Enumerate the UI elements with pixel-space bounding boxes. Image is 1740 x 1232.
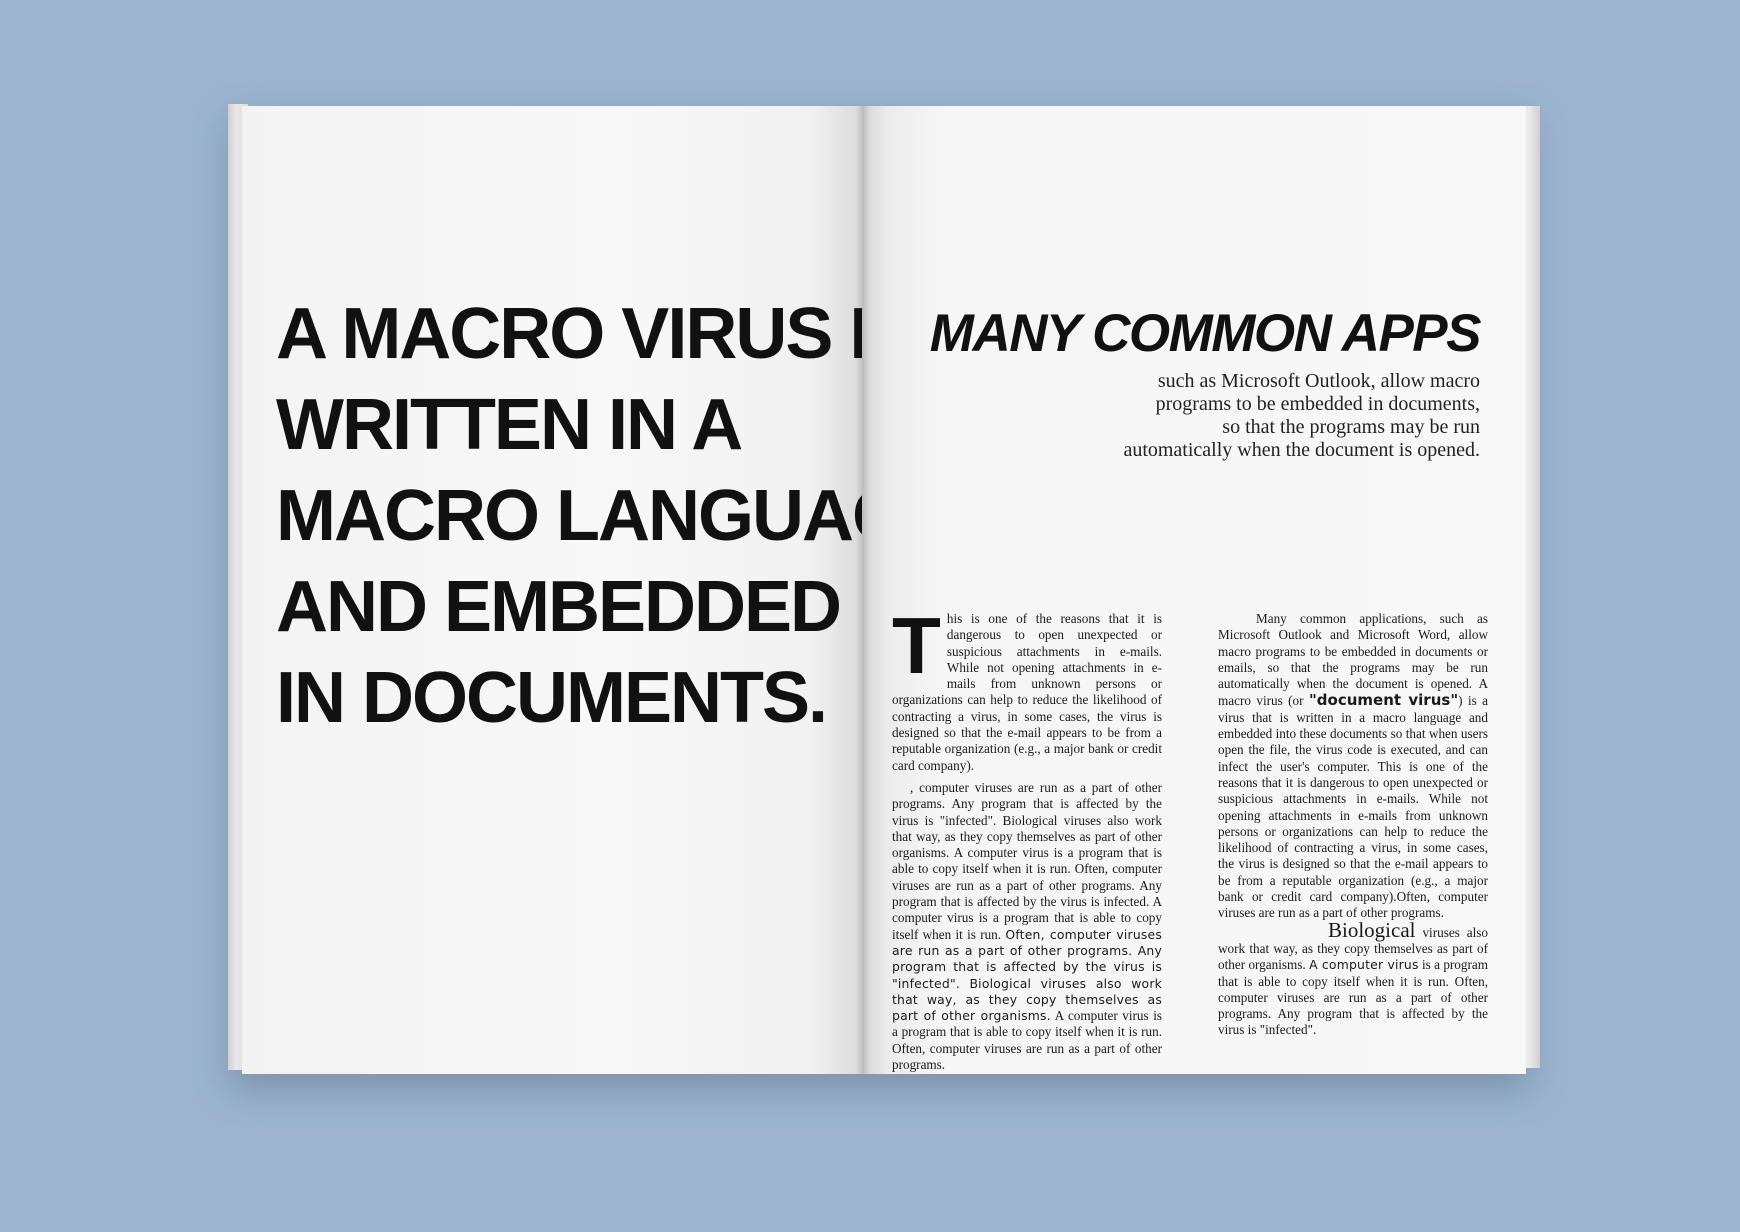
body-paragraph: , computer viruses are run as a part of … [892,780,1162,1073]
subtitle-line: programs to be embedded in documents, [1155,393,1480,415]
headline-line: MACRO LANGUAGE [276,476,862,556]
body-paragraph: Biological viruses also work that way, a… [1218,919,1488,1039]
paragraph-text: ) is a virus that is written in a macro … [1218,693,1489,921]
subtitle-line: such as Microsoft Outlook, allow macro [1157,370,1480,392]
headline-line: IN DOCUMENTS. [276,658,828,738]
drop-cap: T [892,601,941,690]
subtitle-line: so that the programs may be run [1222,416,1480,438]
right-page-title: MANY COMMON APPS [929,304,1482,363]
body-paragraph: This is one of the reasons that it is da… [892,601,1162,774]
right-page-subtitle: such as Microsoft Outlook, allow macro p… [1060,370,1480,462]
paragraph-text: , computer viruses are run as a part of … [892,779,1162,942]
left-page-headline: A MACRO VIRUS IS WRITTEN IN A MACRO LANG… [276,289,862,744]
document-virus-term: "document virus" [1308,691,1459,710]
left-page: A MACRO VIRUS IS WRITTEN IN A MACRO LANG… [242,106,862,1074]
right-page: MANY COMMON APPS such as Microsoft Outlo… [862,106,1526,1074]
paragraph-text-wide: A computer virus [1309,957,1419,973]
spine-gutter [856,106,870,1074]
body-column-right: Many common applications, such as Micros… [1218,611,1488,1039]
headline-line: WRITTEN IN A [276,385,743,465]
headline-line: A MACRO VIRUS IS [276,294,862,374]
subtitle-line: automatically when the document is opene… [1123,439,1480,461]
body-paragraph: Many common applications, such as Micros… [1218,611,1488,922]
headline-line: AND EMBEDDED [276,567,842,647]
body-column-left: This is one of the reasons that it is da… [892,601,1162,1073]
biological-lead-word: Biological [1328,917,1416,942]
